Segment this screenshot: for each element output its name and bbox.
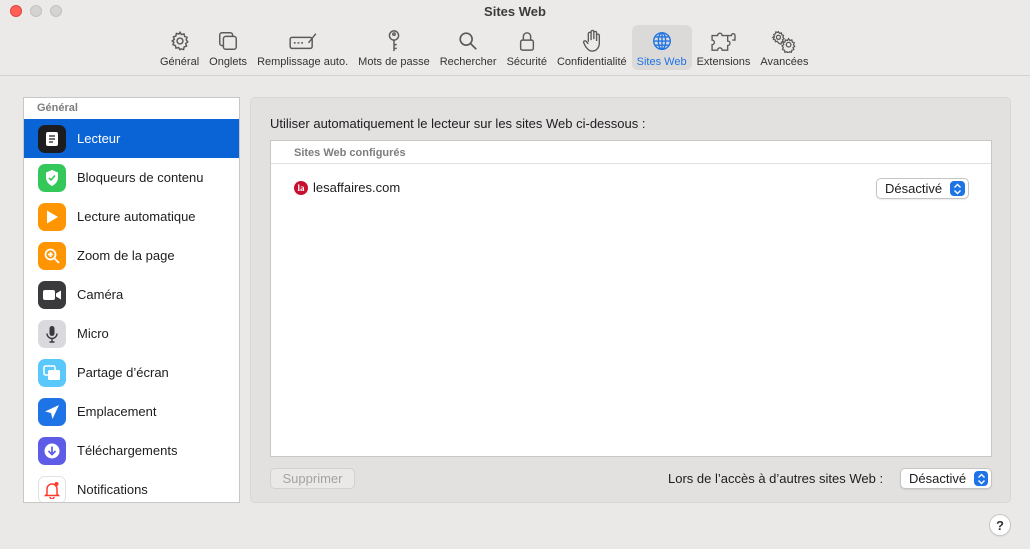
- key-icon: [383, 28, 405, 54]
- chevron-updown-icon: [950, 181, 965, 196]
- hand-icon: [581, 28, 603, 54]
- sidebar-item-autoplay[interactable]: Lecture automatique: [24, 197, 239, 236]
- sidebar-item-content-blockers[interactable]: Bloqueurs de contenu: [24, 158, 239, 197]
- sidebar-header: Général: [37, 102, 78, 114]
- sidebar-item-screen-sharing[interactable]: Partage d’écran: [24, 353, 239, 392]
- tab-security-label: Sécurité: [506, 56, 547, 68]
- tab-privacy[interactable]: Confidentialité: [552, 25, 632, 70]
- reader-settings-panel: Utiliser automatiquement le lecteur sur …: [250, 97, 1011, 503]
- camera-icon: [38, 280, 66, 309]
- tab-websites[interactable]: Sites Web: [631, 25, 692, 70]
- site-setting-popup[interactable]: Désactivé: [876, 178, 969, 199]
- preferences-window: Sites Web Général Onglets Remplissage au…: [0, 0, 1030, 549]
- tab-general-label: Général: [160, 56, 200, 68]
- sidebar-item-page-zoom[interactable]: Zoom de la page: [24, 236, 239, 275]
- gears-icon: [770, 28, 798, 54]
- sidebar-item-location[interactable]: Emplacement: [24, 392, 239, 431]
- chevron-updown-icon: [974, 471, 988, 486]
- preference-tabs: Général Onglets Remplissage auto. Mots d…: [155, 25, 814, 70]
- tab-autofill[interactable]: Remplissage auto.: [252, 25, 353, 70]
- sidebar-item-microphone[interactable]: Micro: [24, 314, 239, 353]
- sidebar: Général Lecteur Bloqueurs de contenu Lec…: [23, 97, 240, 503]
- sidebar-item-label: Téléchargements: [77, 443, 178, 458]
- toolbar: Sites Web Général Onglets Remplissage au…: [0, 0, 1030, 76]
- table-header: Sites Web configurés: [271, 141, 991, 164]
- zoom-icon: [38, 241, 66, 270]
- sidebar-item-notifications[interactable]: Notifications: [24, 470, 239, 502]
- site-setting-value: Désactivé: [885, 181, 943, 196]
- download-icon: [38, 436, 66, 465]
- tab-general[interactable]: Général: [155, 25, 204, 70]
- tab-autofill-label: Remplissage auto.: [257, 56, 349, 68]
- sidebar-item-label: Notifications: [77, 482, 148, 497]
- site-name: lesaffaires.com: [313, 180, 401, 195]
- sidebar-item-label: Partage d’écran: [77, 365, 169, 380]
- sidebar-item-label: Emplacement: [77, 404, 157, 419]
- microphone-icon: [38, 319, 66, 348]
- tab-extensions[interactable]: Extensions: [692, 25, 756, 70]
- tab-tabs-label: Onglets: [209, 56, 248, 68]
- sidebar-item-label: Bloqueurs de contenu: [77, 170, 204, 185]
- help-button[interactable]: ?: [989, 514, 1011, 536]
- lock-icon: [517, 28, 537, 54]
- location-icon: [38, 397, 66, 426]
- other-websites-label: Lors de l’accès à d’autres sites Web :: [668, 471, 884, 486]
- site-favicon-icon: la: [294, 181, 308, 195]
- tab-tabs[interactable]: Onglets: [204, 25, 252, 70]
- search-icon: [457, 28, 479, 54]
- tab-websites-label: Sites Web: [636, 56, 687, 68]
- autofill-icon: [287, 28, 319, 54]
- puzzle-icon: [709, 28, 739, 54]
- tabs-icon: [217, 28, 239, 54]
- sidebar-item-downloads[interactable]: Téléchargements: [24, 431, 239, 470]
- sidebar-item-reader[interactable]: Lecteur: [24, 119, 239, 158]
- window-title: Sites Web: [484, 4, 546, 19]
- play-icon: [38, 202, 66, 231]
- shield-check-icon: [38, 163, 66, 192]
- tab-advanced-label: Avancées: [760, 56, 809, 68]
- sidebar-item-label: Lecture automatique: [77, 209, 196, 224]
- panel-description: Utiliser automatiquement le lecteur sur …: [270, 116, 646, 131]
- tab-security[interactable]: Sécurité: [502, 25, 552, 70]
- configured-websites-table: Sites Web configurés la lesaffaires.com …: [270, 140, 992, 457]
- other-websites-popup[interactable]: Désactivé: [900, 468, 992, 489]
- sidebar-item-label: Caméra: [77, 287, 124, 302]
- sidebar-item-camera[interactable]: Caméra: [24, 275, 239, 314]
- tab-search[interactable]: Rechercher: [435, 25, 502, 70]
- globe-icon: [651, 28, 673, 54]
- gear-icon: [169, 28, 191, 54]
- delete-button[interactable]: Supprimer: [270, 468, 355, 489]
- table-row[interactable]: la lesaffaires.com Désactivé: [271, 164, 991, 208]
- sidebar-item-label: Lecteur: [77, 131, 121, 146]
- bell-icon: [38, 475, 66, 502]
- tab-passwords-label: Mots de passe: [358, 56, 430, 68]
- screen-share-icon: [38, 358, 66, 387]
- sidebar-item-label: Zoom de la page: [77, 248, 175, 263]
- tab-privacy-label: Confidentialité: [556, 56, 627, 68]
- other-websites-value: Désactivé: [909, 471, 967, 486]
- tab-search-label: Rechercher: [439, 56, 497, 68]
- tab-passwords[interactable]: Mots de passe: [353, 25, 435, 70]
- tab-advanced[interactable]: Avancées: [755, 25, 813, 70]
- reader-icon: [38, 124, 66, 153]
- sidebar-item-label: Micro: [77, 326, 109, 341]
- tab-extensions-label: Extensions: [696, 56, 751, 68]
